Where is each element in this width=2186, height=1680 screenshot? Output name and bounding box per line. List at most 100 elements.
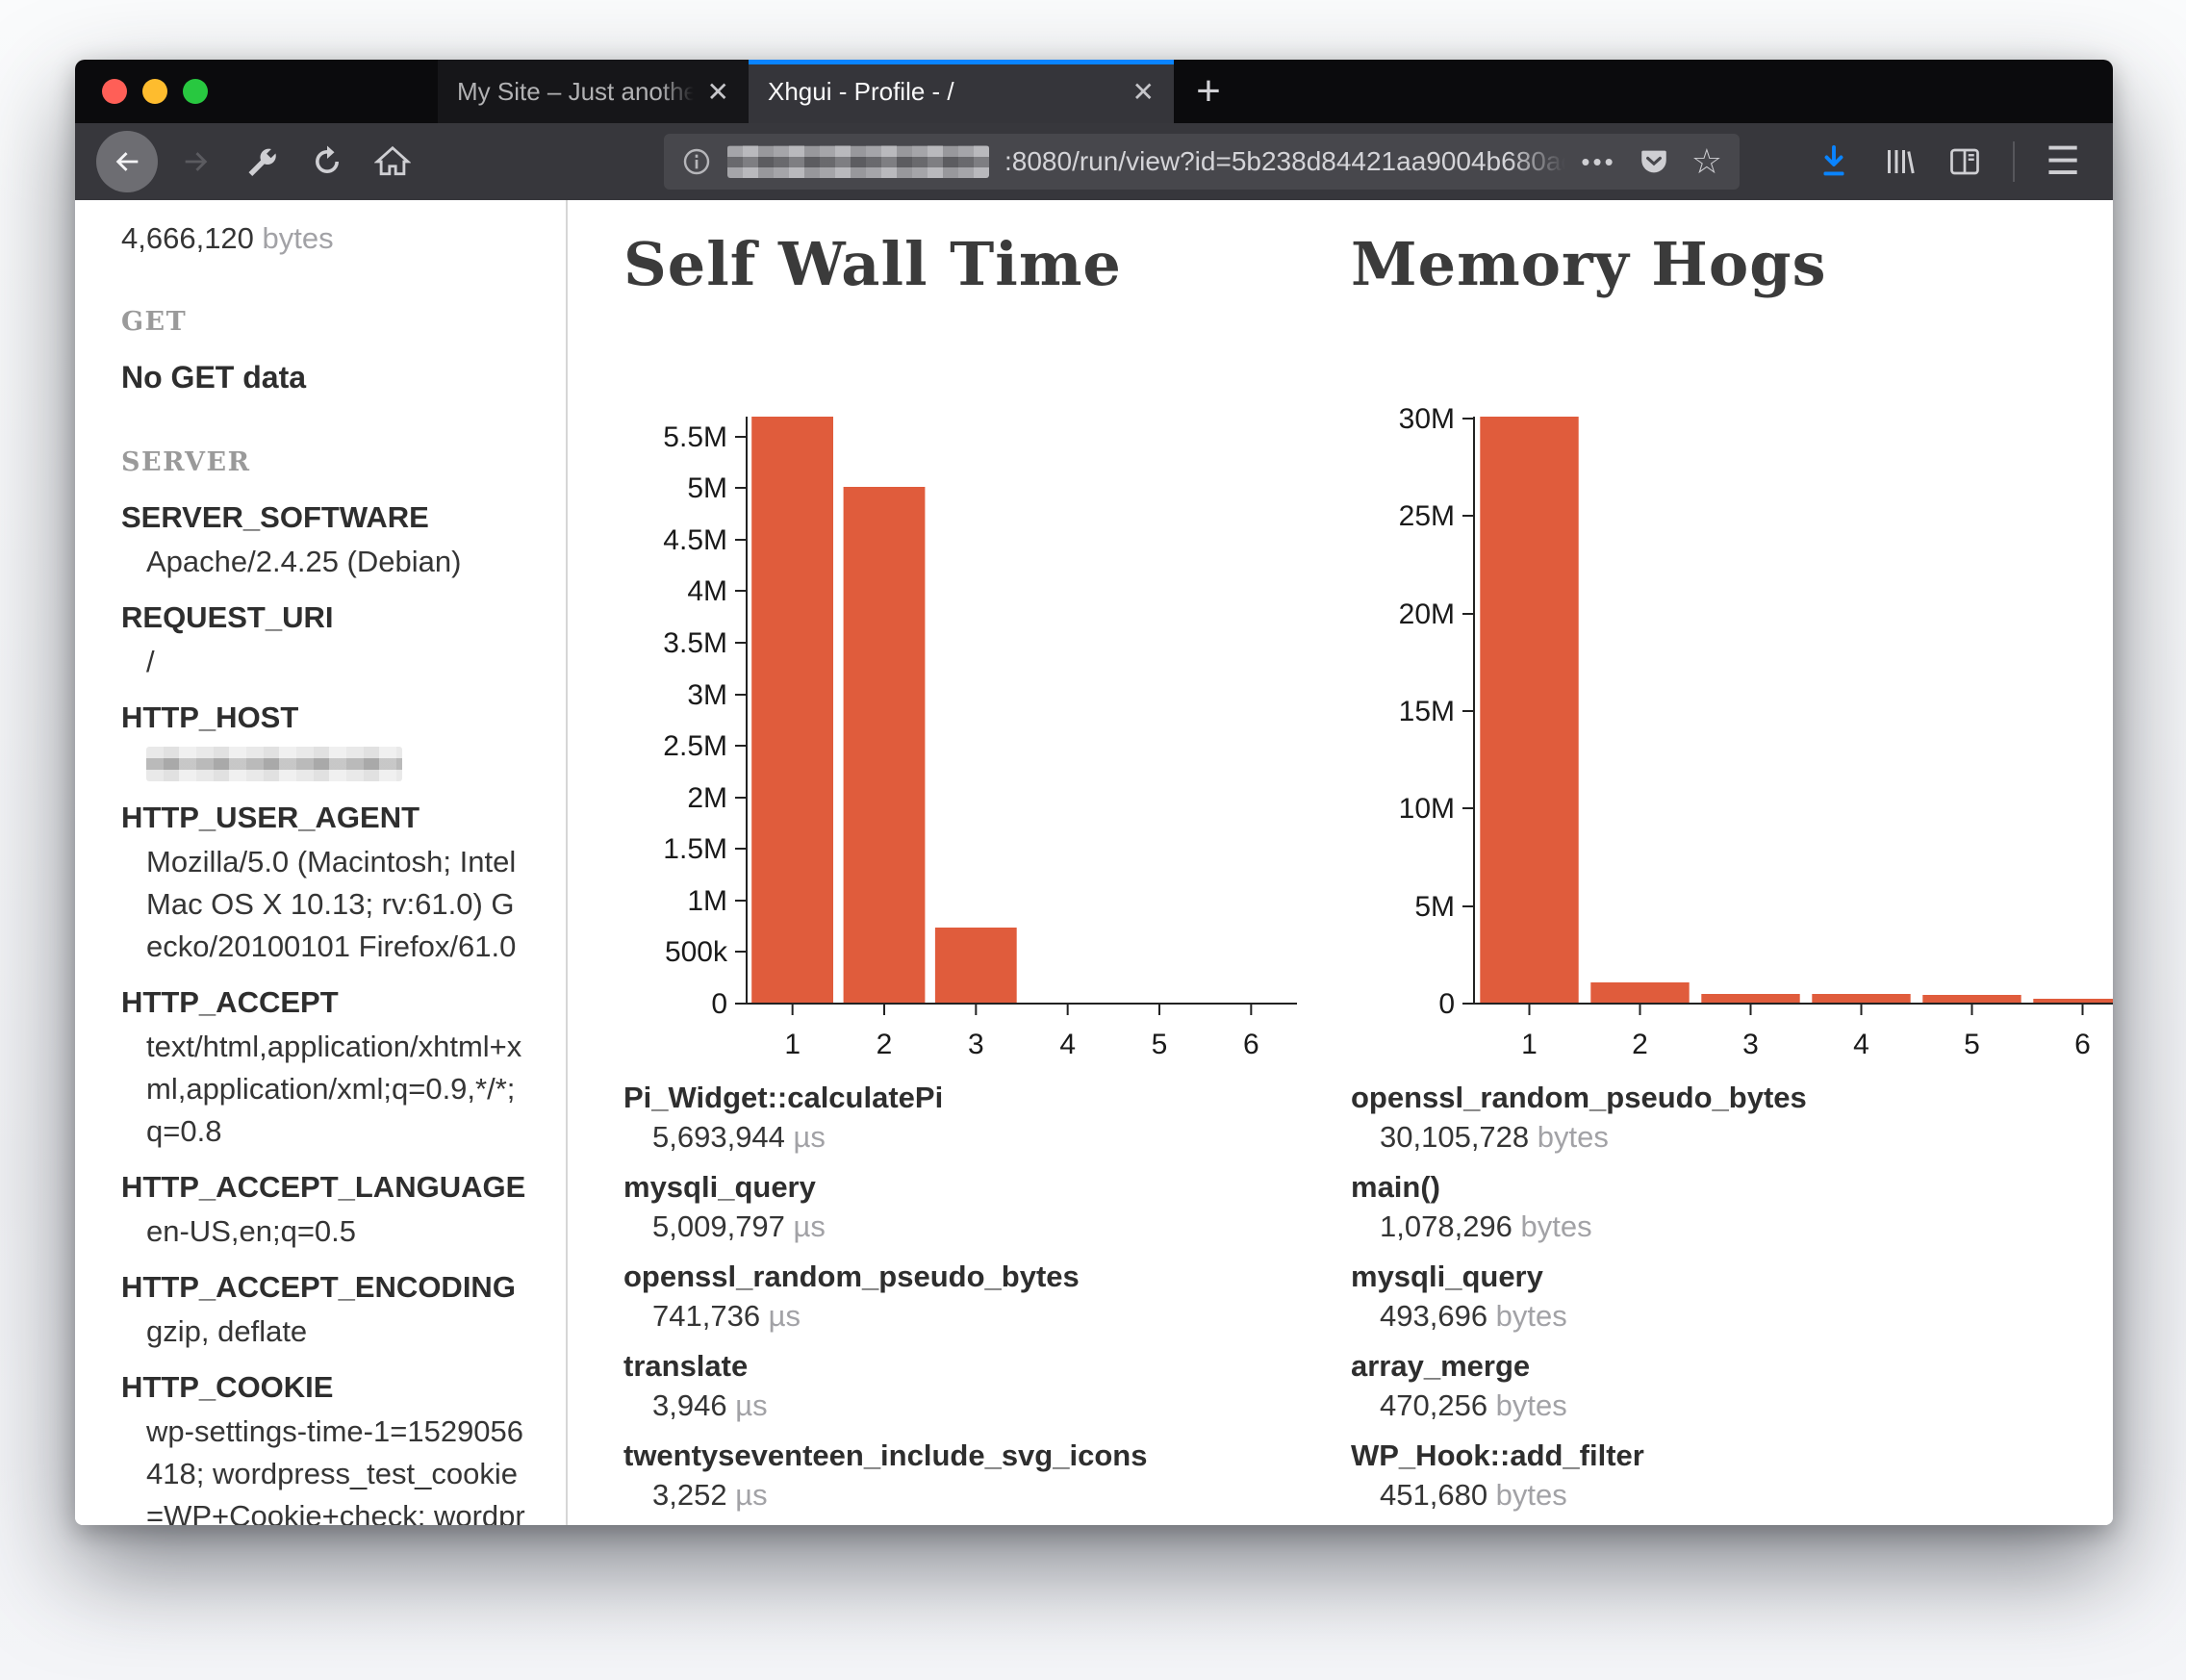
self-wall-time-chart: Self Wall Time 0500k1M1.5M2M2.5M3M3.5M4M…	[623, 219, 1351, 1525]
y-axis-tick-label: 2.5M	[663, 730, 727, 762]
chart-title: Self Wall Time	[623, 229, 1351, 299]
x-axis-tick-label: 3	[1742, 1029, 1759, 1060]
wrench-icon	[244, 144, 279, 179]
memory-hogs-chart: Memory Hogs 05M10M15M20M25M30M123456 ope…	[1351, 219, 2113, 1525]
bar	[935, 928, 1017, 1004]
run-details-sidebar: 4,666,120 bytes GET No GET data SERVER S…	[75, 200, 568, 1525]
y-axis-tick-label: 3.5M	[663, 627, 727, 659]
bar	[1701, 994, 1799, 1004]
legend-function-value: 741,736 µs	[652, 1299, 1351, 1334]
server-var-value: text/html,application/xhtml+xml,applicat…	[146, 1026, 529, 1153]
bar	[1590, 982, 1689, 1004]
x-axis-tick-label: 2	[1632, 1029, 1648, 1060]
tab-xhgui-profile[interactable]: Xhgui - Profile - / ✕	[749, 60, 1174, 123]
y-axis-tick-label: 4M	[687, 575, 727, 607]
x-axis-tick-label: 6	[2074, 1029, 2091, 1060]
server-var-key: SERVER_SOFTWARE	[121, 496, 529, 539]
memory-total: 4,666,120 bytes	[121, 217, 529, 260]
legend-function-name: array_merge	[1351, 1349, 2113, 1384]
memory-value: 4,666,120	[121, 221, 254, 255]
server-var-key: HTTP_HOST	[121, 697, 529, 739]
x-axis-tick-label: 5	[1152, 1029, 1168, 1060]
x-axis-tick-label: 4	[1059, 1029, 1076, 1060]
x-axis-tick-label: 5	[1964, 1029, 1980, 1060]
server-var-value: /	[146, 641, 529, 683]
server-var-key: HTTP_USER_AGENT	[121, 797, 529, 839]
legend-function-value: 470,256 bytes	[1380, 1388, 2113, 1423]
new-tab-button[interactable]: +	[1174, 60, 1243, 123]
server-var-key: HTTP_ACCEPT_ENCODING	[121, 1266, 529, 1309]
home-button[interactable]	[364, 133, 421, 191]
home-icon	[374, 143, 411, 180]
server-var-value: wp-settings-time-1=1529056418; wordpress…	[146, 1411, 529, 1525]
url-bar[interactable]: :8080/run/view?id=5b238d84421aa9004b680a…	[664, 134, 1740, 190]
close-icon[interactable]: ✕	[707, 76, 729, 108]
zoom-window-button[interactable]	[183, 79, 208, 104]
legend-function-name: openssl_random_pseudo_bytes	[623, 1260, 1351, 1294]
forward-arrow-icon	[180, 145, 213, 178]
y-axis-tick-label: 5M	[687, 472, 727, 504]
bar	[844, 487, 926, 1004]
reload-icon	[310, 144, 344, 179]
menu-button[interactable]: ☰	[2034, 133, 2092, 191]
server-var-key: HTTP_COOKIE	[121, 1366, 529, 1409]
server-section-heading: SERVER	[121, 445, 529, 481]
back-button[interactable]	[96, 131, 158, 192]
legend-function-name: twentyseventeen_include_svg_icons	[623, 1438, 1351, 1473]
minimize-window-button[interactable]	[142, 79, 167, 104]
library-button[interactable]	[1870, 133, 1928, 191]
toolbar-separator	[2013, 141, 2015, 182]
redacted-value-block	[146, 747, 402, 781]
bookmark-star-icon[interactable]: ☆	[1691, 144, 1722, 179]
get-section-heading: GET	[121, 304, 529, 341]
sidebar-toggle-button[interactable]	[1936, 133, 1994, 191]
y-axis-tick-label: 2M	[687, 782, 727, 814]
pocket-icon[interactable]	[1638, 145, 1670, 178]
downloads-button[interactable]	[1805, 133, 1863, 191]
redacted-host-block	[727, 145, 989, 178]
reload-button[interactable]	[298, 133, 356, 191]
server-variables-list: SERVER_SOFTWAREApache/2.4.25 (Debian)REQ…	[121, 496, 529, 1525]
y-axis-tick-label: 5M	[1414, 891, 1455, 923]
legend-function-value: 3,946 µs	[652, 1388, 1351, 1423]
legend-function-value: 3,252 µs	[652, 1478, 1351, 1513]
url-text[interactable]: :8080/run/view?id=5b238d84421aa9004b680a…	[1004, 146, 1565, 177]
back-arrow-icon	[111, 145, 143, 178]
page-tools-button[interactable]	[233, 133, 291, 191]
bar	[1922, 995, 2021, 1004]
forward-button[interactable]	[167, 133, 225, 191]
x-axis-tick-label: 3	[968, 1029, 984, 1060]
close-window-button[interactable]	[102, 79, 127, 104]
close-icon[interactable]: ✕	[1132, 76, 1155, 108]
y-axis-tick-label: 20M	[1399, 598, 1455, 630]
page-actions-icon[interactable]: •••	[1581, 147, 1615, 177]
legend-function-name: openssl_random_pseudo_bytes	[1351, 1081, 2113, 1115]
legend-function-value: 451,680 bytes	[1380, 1478, 2113, 1513]
download-icon	[1817, 144, 1851, 179]
x-axis-tick-label: 2	[877, 1029, 893, 1060]
y-axis-tick-label: 15M	[1399, 696, 1455, 727]
navigation-toolbar: :8080/run/view?id=5b238d84421aa9004b680a…	[75, 123, 2113, 200]
y-axis-tick-label: 0	[711, 988, 727, 1020]
y-axis-tick-label: 30M	[1399, 403, 1455, 435]
legend-function-value: 493,696 bytes	[1380, 1299, 2113, 1334]
server-var-key: HTTP_ACCEPT_LANGUAGE	[121, 1166, 529, 1209]
server-var-key: HTTP_ACCEPT	[121, 981, 529, 1024]
bar	[1480, 417, 1578, 1004]
legend-function-value: 5,009,797 µs	[652, 1209, 1351, 1244]
y-axis-tick-label: 4.5M	[663, 524, 727, 556]
page-content: 4,666,120 bytes GET No GET data SERVER S…	[75, 200, 2113, 1525]
sidebar-icon	[1947, 144, 1982, 179]
y-axis-tick-label: 1M	[687, 885, 727, 917]
site-info-icon[interactable]	[681, 146, 712, 177]
chart-title: Memory Hogs	[1351, 229, 2113, 299]
url-actions: ••• ☆	[1581, 144, 1722, 179]
legend-function-value: 1,078,296 bytes	[1380, 1209, 2113, 1244]
tab-wordpress-site[interactable]: My Site – Just another WordPress si ✕	[438, 60, 749, 123]
y-axis-tick-label: 10M	[1399, 793, 1455, 825]
legend-function-name: mysqli_query	[1351, 1260, 2113, 1294]
server-var-value: Mozilla/5.0 (Macintosh; Intel Mac OS X 1…	[146, 841, 529, 968]
memory-unit: bytes	[263, 221, 334, 255]
x-axis-tick-label: 1	[784, 1029, 801, 1060]
server-var-value: en-US,en;q=0.5	[146, 1210, 529, 1253]
